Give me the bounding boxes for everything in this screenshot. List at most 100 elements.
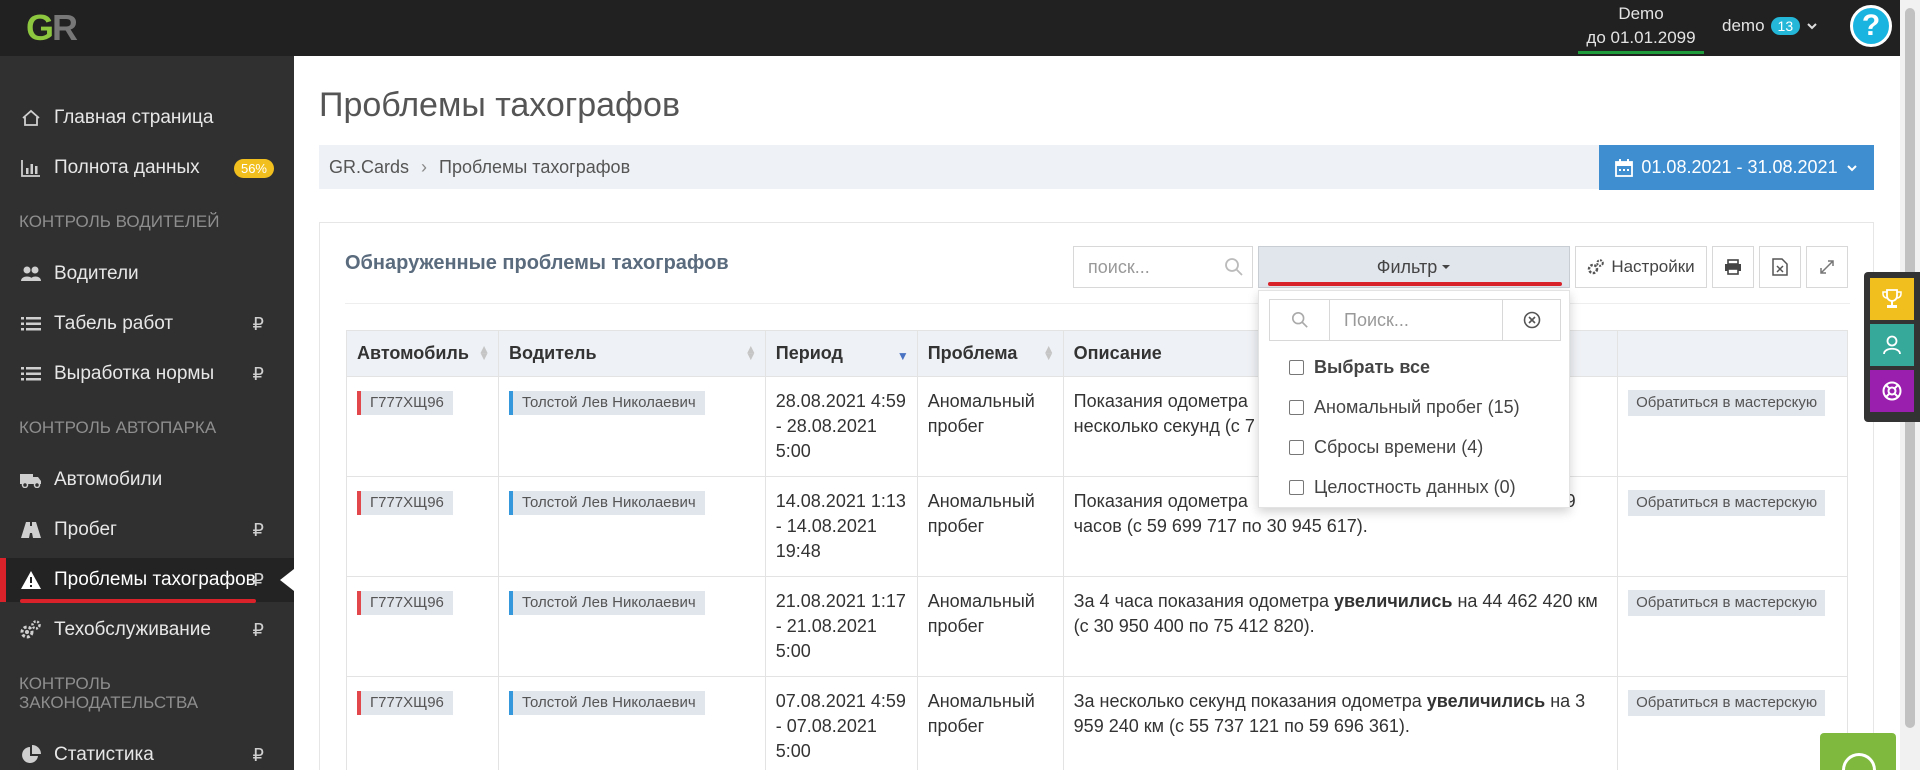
checkbox[interactable] bbox=[1289, 360, 1304, 375]
sidebar-item-mileage[interactable]: Пробег ₽ bbox=[0, 508, 294, 552]
column-header-vehicle[interactable]: Автомобиль ▲ ▼ bbox=[346, 330, 499, 377]
filter-dropdown: Поиск... Выбрать все Аномальный пробег (… bbox=[1258, 290, 1570, 508]
sort-icon: ▲ ▼ bbox=[744, 342, 757, 363]
sidebar-item-drivers[interactable]: Водители bbox=[0, 252, 294, 296]
gears-icon bbox=[20, 619, 42, 641]
checkbox[interactable] bbox=[1289, 400, 1304, 415]
date-range-label: 01.08.2021 - 31.08.2021 bbox=[1641, 157, 1838, 177]
sidebar-item-vehicles[interactable]: Автомобили bbox=[0, 458, 294, 502]
description-text: часов (с 59 699 717 по 30 945 617). bbox=[1073, 516, 1368, 536]
ruble-icon: ₽ bbox=[252, 569, 264, 590]
column-header-actions bbox=[1617, 330, 1848, 377]
user-menu[interactable]: demo 13 bbox=[1722, 16, 1818, 36]
checkbox[interactable] bbox=[1289, 480, 1304, 495]
active-item-underline bbox=[20, 599, 256, 603]
column-header-period[interactable]: Период ▼ bbox=[764, 330, 918, 377]
lifebuoy-icon bbox=[1882, 381, 1902, 401]
column-header-problem[interactable]: Проблема ▲ ▼ bbox=[916, 330, 1064, 377]
trophy-icon bbox=[1882, 289, 1902, 308]
sort-icon: ▲ ▼ bbox=[1042, 342, 1055, 363]
filter-search-input[interactable]: Поиск... bbox=[1330, 300, 1502, 340]
chat-button[interactable] bbox=[1820, 733, 1896, 770]
filter-option-label: Выбрать все bbox=[1314, 357, 1431, 377]
portlet-divider bbox=[345, 303, 1850, 304]
sidebar-item-home[interactable]: Главная страница bbox=[0, 96, 294, 140]
gr-logo[interactable]: G R bbox=[24, 6, 86, 48]
home-icon bbox=[20, 107, 42, 129]
contact-workshop-button[interactable]: Обратиться в мастерскую bbox=[1628, 390, 1826, 416]
problems-table: Автомобиль ▲ ▼ Водитель ▲ ▼ Период ▼ Проблема… bbox=[346, 330, 1848, 770]
settings-label: Настройки bbox=[1611, 257, 1695, 276]
sidebar-item-label: Проблемы тахографов bbox=[54, 569, 256, 590]
driver-tag[interactable]: Толстой Лев Николаевич bbox=[508, 391, 705, 415]
breadcrumb: GR.Cards › Проблемы тахографов bbox=[319, 145, 1599, 189]
section-drivers-control: Контроль водителей bbox=[19, 212, 220, 231]
sidebar-item-tachograph-problems[interactable]: Проблемы тахографов ₽ bbox=[0, 558, 294, 602]
sidebar-item-label: Выработка нормы bbox=[54, 363, 215, 384]
table-header-row: Автомобиль ▲ ▼ Водитель ▲ ▼ Период ▼ Проблема… bbox=[346, 330, 1848, 377]
column-header-driver[interactable]: Водитель ▲ ▼ bbox=[497, 330, 766, 377]
vehicle-tag[interactable]: Г777ХЩ96 bbox=[357, 691, 453, 715]
help-button[interactable]: ? bbox=[1850, 5, 1892, 47]
demo-license: Demo до 01.01.2099 bbox=[1578, 0, 1704, 54]
portlet-title: Обнаруженные проблемы тахографов bbox=[345, 252, 729, 274]
table-row: Г777ХЩ96 Толстой Лев Николаевич 28.08.20… bbox=[346, 376, 1848, 477]
filter-option-label: Сбросы времени (4) bbox=[1314, 437, 1484, 457]
bar-chart-icon bbox=[20, 157, 42, 179]
description-cell: За 4 часа показания одометра увеличились… bbox=[1062, 576, 1619, 677]
user-profile-button[interactable] bbox=[1870, 324, 1914, 366]
filter-option-data-integrity[interactable]: Целостность данных (0) bbox=[1289, 477, 1516, 498]
table-search-input[interactable]: поиск... bbox=[1073, 246, 1253, 288]
sidebar-item-statistics[interactable]: Статистика ₽ bbox=[0, 733, 294, 770]
user-name: demo bbox=[1722, 16, 1765, 35]
sort-icon: ▲ ▼ bbox=[478, 342, 490, 363]
contact-workshop-button[interactable]: Обратиться в мастерскую bbox=[1628, 590, 1826, 616]
sidebar-item-timesheet[interactable]: Табель работ ₽ bbox=[0, 302, 294, 346]
section-fleet-control: Контроль автопарка bbox=[19, 418, 217, 437]
sidebar-item-data-completeness[interactable]: Полнота данных 56% bbox=[0, 146, 294, 190]
column-label: Период bbox=[775, 343, 843, 363]
filter-label: Фильтр bbox=[1376, 256, 1438, 277]
gears-icon bbox=[1588, 259, 1605, 275]
filter-option-select-all[interactable]: Выбрать все bbox=[1289, 357, 1430, 378]
export-excel-button[interactable] bbox=[1759, 246, 1801, 288]
trophy-button[interactable] bbox=[1870, 278, 1914, 320]
table-row: Г777ХЩ96 Толстой Лев Николаевич 07.08.20… bbox=[346, 676, 1848, 770]
driver-tag[interactable]: Толстой Лев Николаевич bbox=[508, 691, 705, 715]
sidebar-item-label: Статистика bbox=[54, 744, 154, 765]
clear-search-button[interactable] bbox=[1502, 300, 1560, 340]
sidebar-item-maintenance[interactable]: Техобслуживание ₽ bbox=[0, 608, 294, 652]
print-button[interactable] bbox=[1712, 246, 1754, 288]
date-range-picker[interactable]: 01.08.2021 - 31.08.2021 bbox=[1599, 145, 1874, 190]
breadcrumb-link-home[interactable]: GR.Cards bbox=[329, 157, 409, 178]
driver-tag[interactable]: Толстой Лев Николаевич bbox=[508, 591, 705, 615]
vehicle-tag[interactable]: Г777ХЩ96 bbox=[357, 491, 453, 515]
description-text: За 4 часа показания одометра bbox=[1073, 591, 1334, 611]
sidebar-item-label: Пробег bbox=[54, 519, 117, 540]
filter-option-time-resets[interactable]: Сбросы времени (4) bbox=[1289, 437, 1483, 458]
sidebar-item-norm-output[interactable]: Выработка нормы ₽ bbox=[0, 352, 294, 396]
expand-icon bbox=[1820, 260, 1834, 274]
support-button[interactable] bbox=[1870, 370, 1914, 412]
completeness-badge: 56% bbox=[233, 158, 274, 178]
problem-cell: Аномальный пробег bbox=[916, 376, 1064, 477]
vehicle-tag[interactable]: Г777ХЩ96 bbox=[357, 391, 453, 415]
contact-workshop-button[interactable]: Обратиться в мастерскую bbox=[1628, 490, 1826, 516]
table-row: Г777ХЩ96 Толстой Лев Николаевич 14.08.20… bbox=[346, 476, 1848, 577]
fullscreen-button[interactable] bbox=[1806, 246, 1848, 288]
filter-search-placeholder: Поиск... bbox=[1344, 309, 1409, 330]
vehicle-tag[interactable]: Г777ХЩ96 bbox=[357, 591, 453, 615]
checkbox[interactable] bbox=[1289, 440, 1304, 455]
driver-tag[interactable]: Толстой Лев Николаевич bbox=[508, 491, 705, 515]
breadcrumb-separator: › bbox=[421, 156, 428, 177]
period-cell: 14.08.2021 1:13 - 14.08.2021 19:48 bbox=[764, 476, 918, 577]
sidebar-item-label: Полнота данных bbox=[54, 157, 200, 178]
contact-workshop-button[interactable]: Обратиться в мастерскую bbox=[1628, 690, 1826, 716]
users-icon bbox=[20, 263, 42, 285]
settings-button[interactable]: Настройки bbox=[1575, 246, 1707, 288]
ruble-icon: ₽ bbox=[252, 519, 264, 540]
pie-chart-icon bbox=[20, 744, 42, 766]
top-bar: G R Demo до 01.01.2099 demo 13 ? bbox=[0, 0, 1900, 56]
filter-option-anomalous-mileage[interactable]: Аномальный пробег (15) bbox=[1289, 397, 1520, 418]
search-icon bbox=[1225, 258, 1243, 276]
